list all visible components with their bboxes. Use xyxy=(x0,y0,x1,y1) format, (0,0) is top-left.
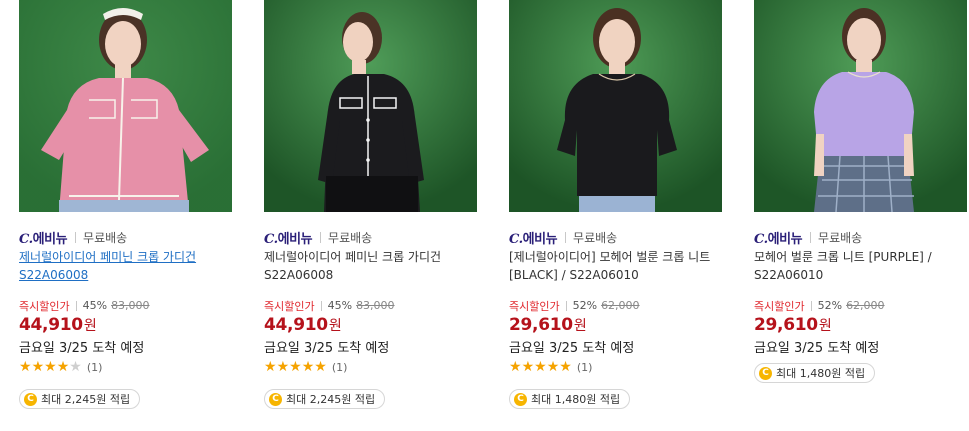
product-card[interactable]: C.에비뉴 무료배송 제너럴아이디어 페미닌 크롭 가디건 S22A06008 … xyxy=(19,0,232,409)
product-title-link[interactable]: 제너럴아이디어 페미닌 크롭 가디건 S22A06008 xyxy=(264,248,477,284)
divider xyxy=(75,300,77,311)
product-image[interactable] xyxy=(264,0,477,212)
delivery-estimate: 금요일 3/25 도착 예정 xyxy=(509,341,635,356)
reward-points-badge: C 최대 2,245원 적립 xyxy=(19,389,141,409)
original-price: 62,000 xyxy=(601,299,640,312)
product-photo xyxy=(19,0,232,212)
currency-unit: 원 xyxy=(83,318,97,334)
star-icon: ★ xyxy=(534,359,547,375)
free-shipping-label: 무료배송 xyxy=(83,230,128,245)
rating[interactable]: ★ ★ ★ ★ ★ (1) xyxy=(509,359,722,375)
star-icon: ★ xyxy=(509,359,522,375)
star-icon: ★ xyxy=(314,359,327,375)
instant-discount-label: 즉시할인가 xyxy=(509,299,560,313)
brand-logo[interactable]: C.에비뉴 xyxy=(509,228,558,247)
sale-price-value: 29,610 xyxy=(754,315,818,335)
star-icon: ★ xyxy=(56,359,70,375)
sale-price: 44,910 원 xyxy=(264,315,477,335)
star-icon: ★ xyxy=(301,359,315,375)
review-count[interactable]: (1) xyxy=(332,361,348,374)
star-icon: ★ xyxy=(546,359,560,375)
divider xyxy=(320,300,322,311)
reward-points-badge: C 최대 1,480원 적립 xyxy=(509,389,631,409)
coin-icon: C xyxy=(514,392,527,406)
coin-icon: C xyxy=(269,392,282,406)
currency-unit: 원 xyxy=(328,318,342,334)
rating[interactable]: ★ ★ ★ ★ ★ (1) xyxy=(264,359,477,375)
divider xyxy=(565,300,567,311)
product-title-link[interactable]: [제너럴아이디어] 모헤어 벌룬 크롭 니트 [BLACK] / S22A060… xyxy=(509,248,722,284)
currency-unit: 원 xyxy=(818,318,832,334)
free-shipping-label: 무료배송 xyxy=(573,230,618,245)
delivery-estimate: 금요일 3/25 도착 예정 xyxy=(19,341,145,356)
product-image[interactable] xyxy=(19,0,232,212)
star-icon: ★ xyxy=(264,359,277,375)
brand-logo[interactable]: C.에비뉴 xyxy=(264,228,313,247)
product-image[interactable] xyxy=(754,0,967,212)
star-icon: ★ xyxy=(289,359,302,375)
rating[interactable]: ★ ★ ★ ★ ★ (1) xyxy=(19,359,232,375)
discount-rate: 52% xyxy=(572,299,598,312)
divider xyxy=(75,231,77,243)
product-photo xyxy=(264,0,477,212)
reward-text: 최대 2,245원 적립 xyxy=(286,393,376,406)
product-photo xyxy=(754,0,967,212)
sale-price-value: 44,910 xyxy=(264,315,328,335)
product-image[interactable] xyxy=(509,0,722,212)
discount-rate: 45% xyxy=(327,299,353,312)
discount-rate: 45% xyxy=(82,299,108,312)
sale-price: 29,610 원 xyxy=(509,315,722,335)
coin-icon: C xyxy=(759,366,772,380)
product-card[interactable]: C.에비뉴 무료배송 모헤어 벌룬 크롭 니트 [PURPLE] / S22A0… xyxy=(754,0,967,383)
star-icon: ★ xyxy=(44,359,57,375)
star-rating: ★ ★ ★ ★ ★ xyxy=(19,360,82,374)
product-card[interactable]: C.에비뉴 무료배송 제너럴아이디어 페미닌 크롭 가디건 S22A06008 … xyxy=(264,0,477,409)
instant-discount-label: 즉시할인가 xyxy=(754,299,805,313)
currency-unit: 원 xyxy=(573,318,587,334)
delivery-estimate: 금요일 3/25 도착 예정 xyxy=(754,341,880,356)
reward-text: 최대 1,480원 적립 xyxy=(531,393,621,406)
review-count[interactable]: (1) xyxy=(577,361,593,374)
sale-price: 29,610 원 xyxy=(754,315,967,335)
star-rating: ★ ★ ★ ★ ★ xyxy=(264,360,327,374)
reward-text: 최대 2,245원 적립 xyxy=(41,393,131,406)
star-icon: ★ xyxy=(31,359,45,375)
sale-price: 44,910 원 xyxy=(19,315,232,335)
free-shipping-label: 무료배송 xyxy=(818,230,863,245)
reward-points-badge: C 최대 2,245원 적립 xyxy=(264,389,386,409)
original-price: 83,000 xyxy=(111,299,150,312)
instant-discount-label: 즉시할인가 xyxy=(19,299,70,313)
star-icon: ★ xyxy=(276,359,290,375)
review-count[interactable]: (1) xyxy=(87,361,103,374)
star-rating: ★ ★ ★ ★ ★ xyxy=(509,360,572,374)
sale-price-value: 44,910 xyxy=(19,315,83,335)
coin-icon: C xyxy=(24,392,37,406)
product-title-link[interactable]: 제너럴아이디어 페미닌 크롭 가디건 S22A06008 xyxy=(19,248,232,284)
discount-rate: 52% xyxy=(817,299,843,312)
original-price: 83,000 xyxy=(356,299,395,312)
divider xyxy=(810,300,812,311)
divider xyxy=(810,231,812,243)
divider xyxy=(565,231,567,243)
sale-price-value: 29,610 xyxy=(509,315,573,335)
original-price: 62,000 xyxy=(846,299,885,312)
star-icon: ★ xyxy=(521,359,535,375)
brand-logo[interactable]: C.에비뉴 xyxy=(754,228,803,247)
product-card[interactable]: C.에비뉴 무료배송 [제너럴아이디어] 모헤어 벌룬 크롭 니트 [BLACK… xyxy=(509,0,722,409)
delivery-estimate: 금요일 3/25 도착 예정 xyxy=(264,341,390,356)
reward-text: 최대 1,480원 적립 xyxy=(776,367,866,380)
instant-discount-label: 즉시할인가 xyxy=(264,299,315,313)
star-icon: ★ xyxy=(559,359,572,375)
product-title-link[interactable]: 모헤어 벌룬 크롭 니트 [PURPLE] / S22A06010 xyxy=(754,248,967,284)
reward-points-badge: C 최대 1,480원 적립 xyxy=(754,363,876,383)
brand-logo[interactable]: C.에비뉴 xyxy=(19,228,68,247)
product-photo xyxy=(509,0,722,212)
star-empty-icon: ★ xyxy=(69,359,82,375)
star-icon: ★ xyxy=(19,359,32,375)
free-shipping-label: 무료배송 xyxy=(328,230,373,245)
divider xyxy=(320,231,322,243)
